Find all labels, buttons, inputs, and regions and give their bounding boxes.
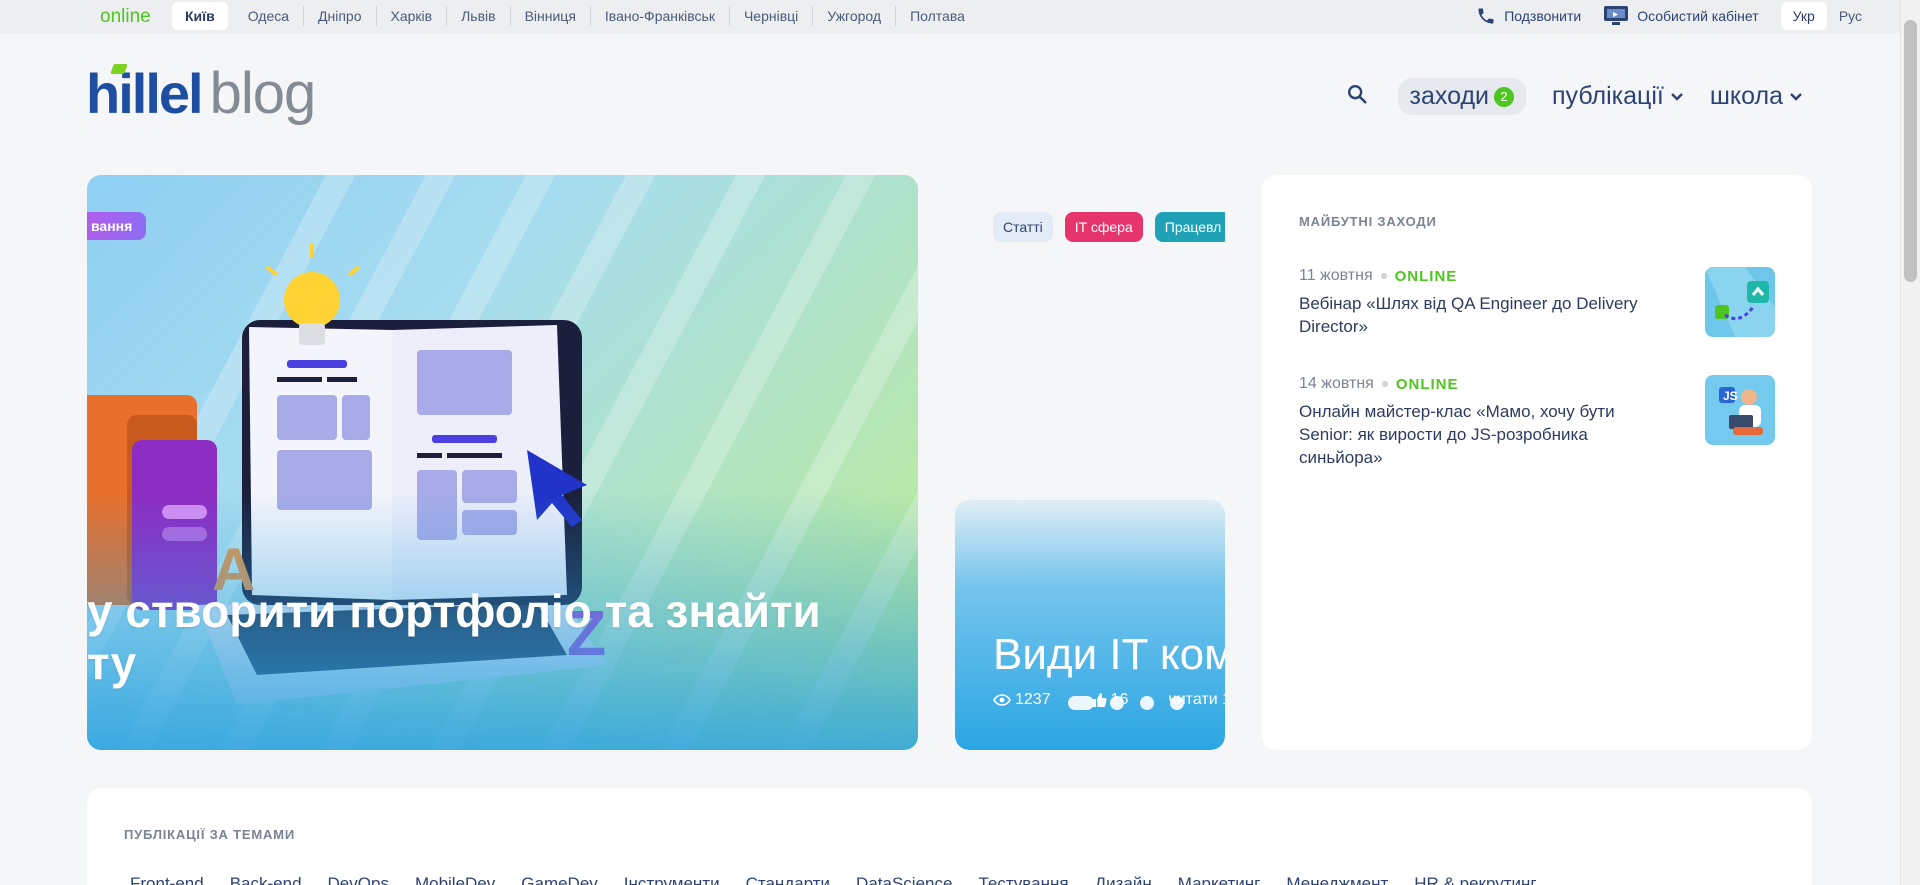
call-label: Подзвонити xyxy=(1504,8,1582,24)
svg-text:JS: JS xyxy=(1723,389,1738,403)
event-date: 11 жовтня xyxy=(1299,267,1373,284)
tag-articles[interactable]: Статті xyxy=(993,212,1053,242)
scrollbar-thumb[interactable] xyxy=(1904,20,1917,282)
city-kyiv[interactable]: Київ xyxy=(172,2,228,30)
event-item[interactable]: 11 жовтня ONLINE Вебінар «Шлях від QA En… xyxy=(1299,267,1775,338)
monitor-icon xyxy=(1604,6,1629,25)
event-thumbnail[interactable]: JS xyxy=(1705,375,1775,445)
slider-dot-2[interactable] xyxy=(1110,696,1124,710)
top-bar: online Київ Одеса Дніпро Харків Львів Ві… xyxy=(0,0,1900,33)
slider-pagination xyxy=(1068,696,1200,710)
lang-ukr[interactable]: Укр xyxy=(1780,2,1827,30)
online-link[interactable]: online xyxy=(100,6,151,28)
slide-category-tag[interactable]: вання xyxy=(87,212,147,240)
city-dnipro[interactable]: Дніпро xyxy=(304,6,377,26)
nav-school[interactable]: школа xyxy=(1710,82,1803,111)
nav-events[interactable]: заходи 2 xyxy=(1397,78,1526,115)
event-date-row: 14 жовтня ONLINE xyxy=(1299,375,1775,393)
slider-dot-4[interactable] xyxy=(1170,696,1184,710)
topic-link[interactable]: Інструменти xyxy=(624,874,720,885)
city-ivano-frankivsk[interactable]: Івано-Франківськ xyxy=(591,6,730,26)
event-item[interactable]: 14 жовтня ONLINE Онлайн майстер-клас «Ма… xyxy=(1299,375,1775,469)
hillel-blog-logo[interactable]: hillel blog xyxy=(86,61,317,126)
event-image xyxy=(1705,267,1775,337)
featured-slide[interactable]: A Z вання у створити портфоліо та знайти… xyxy=(87,175,918,750)
card-tags: Статті IT сфера Працевл xyxy=(993,212,1225,242)
topic-link[interactable]: Стандарти xyxy=(746,874,830,885)
tag-it-sphere[interactable]: IT сфера xyxy=(1064,212,1143,242)
topic-link[interactable]: Менеджмент xyxy=(1286,874,1388,885)
topic-list: Front-end Back-end DevOps MobileDev Game… xyxy=(130,874,1563,885)
next-slide-card[interactable]: Статті IT сфера Працевл Види IT ком 1237… xyxy=(955,175,1225,750)
logo-blog: blog xyxy=(209,61,317,126)
topics-section: ПУБЛІКАЦІЇ ЗА ТЕМАМИ Front-end Back-end … xyxy=(87,788,1812,885)
chevron-down-icon xyxy=(1790,92,1802,101)
eye-icon xyxy=(993,694,1011,706)
topics-heading: ПУБЛІКАЦІЇ ЗА ТЕМАМИ xyxy=(124,827,295,842)
city-vinnytsia[interactable]: Вінниця xyxy=(511,6,591,26)
topic-link[interactable]: MobileDev xyxy=(415,874,495,885)
separator-dot xyxy=(1381,381,1388,387)
slide-title[interactable]: у створити портфоліо та знайти ту xyxy=(87,585,887,689)
city-kharkiv[interactable]: Харків xyxy=(377,6,448,26)
topic-link[interactable]: GameDev xyxy=(521,874,598,885)
event-title[interactable]: Вебінар «Шлях від QA Engineer до Deliver… xyxy=(1299,292,1649,338)
logo-hillel: hillel xyxy=(86,62,204,125)
page-scrollbar[interactable] xyxy=(1900,0,1920,885)
city-list: Київ Одеса Дніпро Харків Львів Вінниця І… xyxy=(172,2,979,30)
city-chernivtsi[interactable]: Чернівці xyxy=(730,6,814,26)
nav-events-label: заходи xyxy=(1409,82,1490,110)
call-link[interactable]: Подзвонити xyxy=(1476,6,1581,26)
top-right-links: Подзвонити Особистий кабінет Укр Рус xyxy=(1476,2,1874,30)
event-format: ONLINE xyxy=(1395,375,1459,393)
city-odesa[interactable]: Одеса xyxy=(234,6,305,26)
chevron-down-icon xyxy=(1671,92,1683,101)
slider-dot-3[interactable] xyxy=(1140,696,1154,710)
topic-link[interactable]: DevOps xyxy=(328,874,389,885)
event-thumbnail[interactable] xyxy=(1705,267,1775,337)
event-date-row: 11 жовтня ONLINE xyxy=(1299,267,1775,285)
slider-dot-1[interactable] xyxy=(1068,696,1094,710)
topic-link[interactable]: Дизайн xyxy=(1095,874,1152,885)
event-image: JS xyxy=(1705,375,1775,445)
cabinet-label: Особистий кабінет xyxy=(1637,8,1759,24)
lang-rus[interactable]: Рус xyxy=(1827,2,1874,30)
event-date: 14 жовтня xyxy=(1299,375,1374,392)
upcoming-events-panel: МАЙБУТНІ ЗАХОДИ 11 жовтня ONLINE Вебінар… xyxy=(1262,175,1812,750)
nav-publications[interactable]: публікації xyxy=(1552,82,1684,111)
topic-link[interactable]: Back-end xyxy=(230,874,302,885)
card-image xyxy=(955,500,1225,750)
phone-icon xyxy=(1478,8,1494,24)
city-lviv[interactable]: Львів xyxy=(447,6,511,26)
tag-employment[interactable]: Працевл xyxy=(1154,212,1225,242)
topic-link[interactable]: Тестування xyxy=(978,874,1068,885)
events-count-badge: 2 xyxy=(1494,86,1514,107)
search-icon xyxy=(1347,85,1367,104)
city-poltava[interactable]: Полтава xyxy=(896,6,979,26)
separator-dot xyxy=(1380,273,1387,279)
nav-publications-label: публікації xyxy=(1552,82,1664,110)
cabinet-link[interactable]: Особистий кабінет xyxy=(1603,5,1759,27)
nav-school-label: школа xyxy=(1709,82,1783,110)
topic-link[interactable]: HR & рекрутинг xyxy=(1414,874,1536,885)
main-nav: заходи 2 публікації школа xyxy=(1346,78,1804,115)
city-uzhhorod[interactable]: Ужгород xyxy=(813,6,897,26)
card-title[interactable]: Види IT ком xyxy=(993,630,1225,680)
event-format: ONLINE xyxy=(1394,267,1458,285)
events-heading: МАЙБУТНІ ЗАХОДИ xyxy=(1299,214,1437,229)
topic-link[interactable]: Маркетинг xyxy=(1178,874,1261,885)
views-count: 1237 xyxy=(993,691,1071,709)
search-button[interactable] xyxy=(1346,83,1368,110)
topic-link[interactable]: Front-end xyxy=(130,874,204,885)
topic-link[interactable]: DataScience xyxy=(856,874,952,885)
event-title[interactable]: Онлайн майстер-клас «Мамо, хочу бути Sen… xyxy=(1299,400,1649,469)
